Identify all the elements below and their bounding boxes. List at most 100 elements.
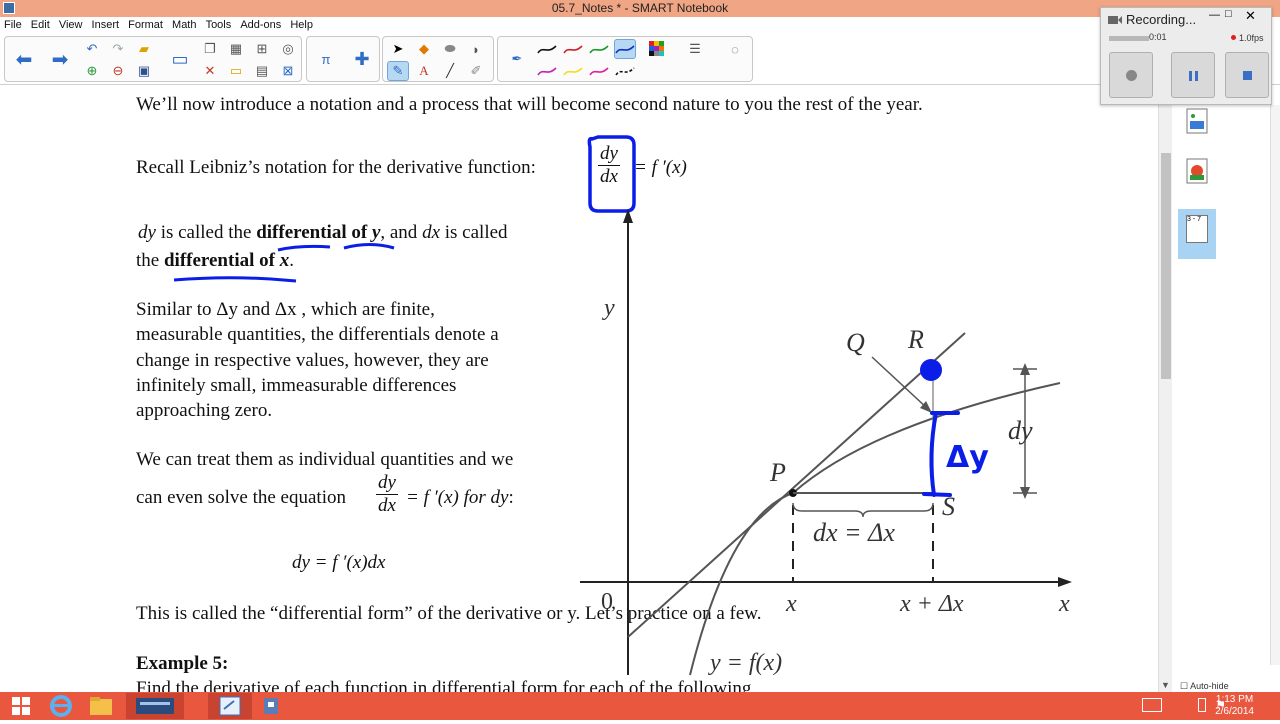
transparency-icon[interactable]: ◌ bbox=[724, 39, 746, 59]
system-clock[interactable]: 1:13 PM 2/6/2014 bbox=[1215, 694, 1254, 718]
highlighter-purple-icon[interactable] bbox=[536, 61, 558, 81]
record-icon bbox=[1126, 70, 1137, 81]
next-page-icon[interactable]: ➡ bbox=[45, 39, 75, 79]
pause-button[interactable] bbox=[1171, 52, 1215, 98]
menu-file[interactable]: File bbox=[4, 17, 22, 33]
label-p: P bbox=[769, 458, 786, 487]
ink-dot-r bbox=[920, 359, 942, 381]
recorder-task-icon[interactable] bbox=[252, 693, 290, 719]
line-icon[interactable]: ╱ bbox=[439, 61, 461, 81]
battery-icon[interactable] bbox=[1198, 698, 1206, 712]
recorder-fps: 1.0fps bbox=[1239, 33, 1264, 43]
menu-insert[interactable]: Insert bbox=[92, 17, 120, 33]
stop-button[interactable] bbox=[1225, 52, 1269, 98]
pen-red-icon[interactable] bbox=[562, 39, 584, 59]
highlighter-yellow-icon[interactable] bbox=[562, 61, 584, 81]
side-panel-scrollbar[interactable] bbox=[1270, 105, 1280, 665]
table-icon[interactable]: ▤ bbox=[251, 61, 273, 81]
x-axis-label: x bbox=[1058, 591, 1070, 617]
pen-blue-icon[interactable] bbox=[614, 39, 636, 59]
zoom-icon[interactable]: ◎ bbox=[277, 39, 299, 59]
label-r: R bbox=[907, 325, 924, 354]
clock-time: 1:13 PM bbox=[1215, 694, 1254, 705]
pen-type-icon[interactable]: ✒ bbox=[502, 39, 532, 79]
shapes-icon[interactable]: ◆ bbox=[413, 39, 435, 59]
record-button[interactable] bbox=[1109, 52, 1153, 98]
autohide-label: Auto-hide bbox=[1190, 681, 1229, 691]
pen-green-icon[interactable] bbox=[588, 39, 610, 59]
fill-icon[interactable]: ◗ bbox=[465, 39, 487, 59]
color-palette-icon[interactable] bbox=[646, 39, 668, 59]
menu-bar: File Edit View Insert Format Math Tools … bbox=[0, 17, 1100, 33]
x-axis-arrow bbox=[1058, 577, 1072, 587]
menu-tools[interactable]: Tools bbox=[206, 17, 232, 33]
stop-icon bbox=[1243, 71, 1252, 80]
menu-math[interactable]: Math bbox=[172, 17, 196, 33]
screen-capture-icon[interactable]: ▦ bbox=[225, 39, 247, 59]
menu-edit[interactable]: Edit bbox=[31, 17, 50, 33]
keyboard-icon[interactable] bbox=[1142, 698, 1162, 712]
scroll-down-icon[interactable]: ▼ bbox=[1161, 680, 1170, 690]
page-sorter-icon[interactable] bbox=[1184, 107, 1210, 135]
line-style-icon[interactable]: ☰ bbox=[684, 39, 706, 59]
gallery-icon[interactable] bbox=[1184, 157, 1210, 185]
menu-help[interactable]: Help bbox=[290, 17, 313, 33]
dx-brace bbox=[792, 502, 934, 518]
pens-icon[interactable]: ✎ bbox=[387, 61, 409, 81]
menu-addons[interactable]: Add-ons bbox=[240, 17, 281, 33]
magic-pen-icon[interactable]: ✐ bbox=[465, 61, 487, 81]
dashed-line-icon[interactable] bbox=[614, 61, 636, 81]
previous-page-icon[interactable]: ⬅ bbox=[9, 39, 39, 79]
smart-notebook-task[interactable] bbox=[208, 693, 252, 719]
add-ons-icon[interactable]: ✚ bbox=[347, 39, 377, 79]
menu-format[interactable]: Format bbox=[128, 17, 163, 33]
taskbar: ⚑ 1:13 PM 2/6/2014 bbox=[0, 692, 1280, 720]
pause-icon-bar bbox=[1195, 71, 1198, 81]
toolbar-group-math: π ✚ bbox=[306, 36, 380, 82]
internet-explorer-icon[interactable] bbox=[42, 693, 80, 719]
screen-shade-icon[interactable]: ▭ bbox=[225, 61, 247, 81]
text-icon[interactable]: A bbox=[413, 61, 435, 81]
redo-icon[interactable]: ↷ bbox=[107, 39, 129, 59]
label-dx-eq: dx = Δx bbox=[813, 518, 895, 547]
title-bar: 05.7_Notes * - SMART Notebook bbox=[0, 0, 1280, 17]
vertical-scrollbar[interactable]: ▼ bbox=[1158, 85, 1172, 692]
tangent-graph: y x 0 Q R P S dy dx = Δx x x + Δx y = f(… bbox=[580, 209, 1072, 676]
q-pointer bbox=[871, 356, 929, 410]
ink-underline-2 bbox=[343, 243, 395, 250]
curve-label: y = f(x) bbox=[708, 650, 782, 676]
display-icon[interactable]: ▭ bbox=[165, 39, 195, 79]
current-page-thumbnail[interactable]: 3 - 7 bbox=[1178, 209, 1216, 259]
file-explorer-icon[interactable] bbox=[82, 693, 120, 719]
copy-icon[interactable]: ❐ bbox=[199, 39, 221, 59]
menu-view[interactable]: View bbox=[59, 17, 83, 33]
recorder-title: Recording... bbox=[1126, 12, 1197, 27]
math-tools-icon[interactable]: π bbox=[311, 39, 341, 79]
scrollbar-thumb[interactable] bbox=[1161, 153, 1171, 379]
start-button[interactable] bbox=[2, 693, 40, 719]
label-dy: dy bbox=[1008, 416, 1033, 445]
pen-black-icon[interactable] bbox=[536, 39, 558, 59]
side-panel: 3 - 7 ☐ Auto-hide bbox=[1172, 85, 1280, 692]
autohide-checkbox[interactable]: ☐ Auto-hide bbox=[1180, 681, 1229, 692]
save-icon[interactable]: ▣ bbox=[133, 61, 155, 81]
recorder-maximize-icon[interactable]: □ bbox=[1225, 8, 1232, 20]
open-file-icon[interactable]: ▰ bbox=[133, 39, 155, 59]
select-icon[interactable]: ➤ bbox=[387, 39, 409, 59]
delete-page-icon[interactable]: ⊖ bbox=[107, 61, 129, 81]
window-title: 05.7_Notes * - SMART Notebook bbox=[551, 1, 729, 15]
volume-bar[interactable] bbox=[1109, 36, 1149, 41]
task-app-1[interactable] bbox=[126, 693, 184, 719]
document-camera-icon[interactable]: ⊞ bbox=[251, 39, 273, 59]
cut-icon[interactable]: ✕ bbox=[199, 61, 221, 81]
add-page-icon[interactable]: ⊕ bbox=[81, 61, 103, 81]
highlighter-pink-icon[interactable] bbox=[588, 61, 610, 81]
toolbar-group-pens: ✒ ☰ ◌ bbox=[497, 36, 753, 82]
undo-icon[interactable]: ↶ bbox=[81, 39, 103, 59]
recorder-minimize-icon[interactable]: — bbox=[1209, 9, 1220, 21]
fullscreen-icon[interactable]: ⊠ bbox=[277, 61, 299, 81]
notebook-page[interactable]: We’ll now introduce a notation and a pro… bbox=[0, 85, 1158, 692]
recorder-close-icon[interactable]: ✕ bbox=[1245, 8, 1256, 24]
recorder-icon bbox=[1108, 16, 1122, 24]
eraser-icon[interactable]: ⬬ bbox=[439, 39, 461, 59]
